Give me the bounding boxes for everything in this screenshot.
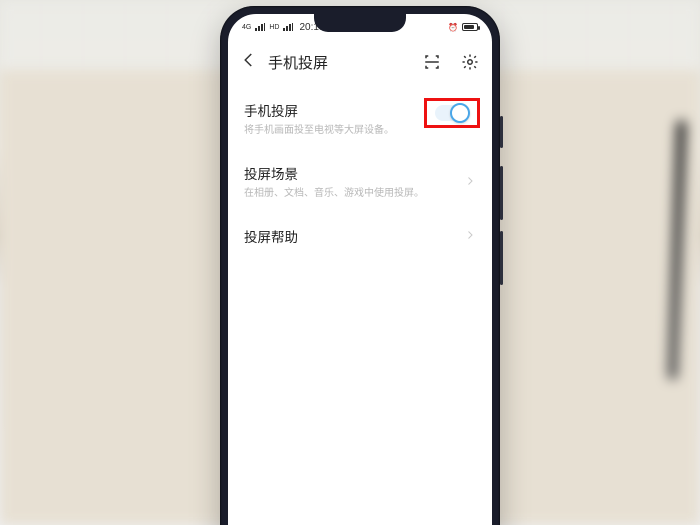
- alarm-icon: ⏰: [448, 23, 458, 32]
- page-header: 手机投屏: [228, 40, 492, 84]
- phone-screen: 4G HD 20:13 ⏰ 手机投屏: [228, 14, 492, 525]
- row-cast-toggle: 手机投屏 将手机画面投至电视等大屏设备。: [228, 88, 492, 151]
- battery-icon: [462, 23, 478, 31]
- side-button: [500, 231, 503, 285]
- row-cast-help[interactable]: 投屏帮助: [228, 214, 492, 260]
- network-4g-label: 4G: [242, 24, 251, 31]
- chevron-right-icon: [464, 174, 476, 192]
- side-button: [500, 116, 503, 148]
- phone-frame: 4G HD 20:13 ⏰ 手机投屏: [220, 6, 500, 525]
- side-button: [500, 166, 503, 220]
- network-hd-label: HD: [269, 24, 279, 31]
- highlight-box: [424, 98, 480, 128]
- row-title: 投屏帮助: [244, 226, 476, 246]
- cast-toggle[interactable]: [435, 105, 469, 121]
- row-cast-scenes[interactable]: 投屏场景 在相册、文档、音乐、游戏中使用投屏。: [228, 151, 492, 214]
- gear-icon[interactable]: [460, 52, 480, 72]
- toggle-knob: [450, 103, 470, 123]
- row-title: 投屏场景: [244, 163, 476, 183]
- signal-icon: [255, 23, 265, 31]
- row-subtitle: 在相册、文档、音乐、游戏中使用投屏。: [244, 187, 476, 200]
- scan-icon[interactable]: [422, 52, 442, 72]
- chevron-right-icon: [464, 228, 476, 246]
- page-title: 手机投屏: [268, 52, 328, 73]
- back-icon[interactable]: [240, 51, 258, 74]
- signal-icon: [283, 23, 293, 31]
- notch: [314, 14, 406, 32]
